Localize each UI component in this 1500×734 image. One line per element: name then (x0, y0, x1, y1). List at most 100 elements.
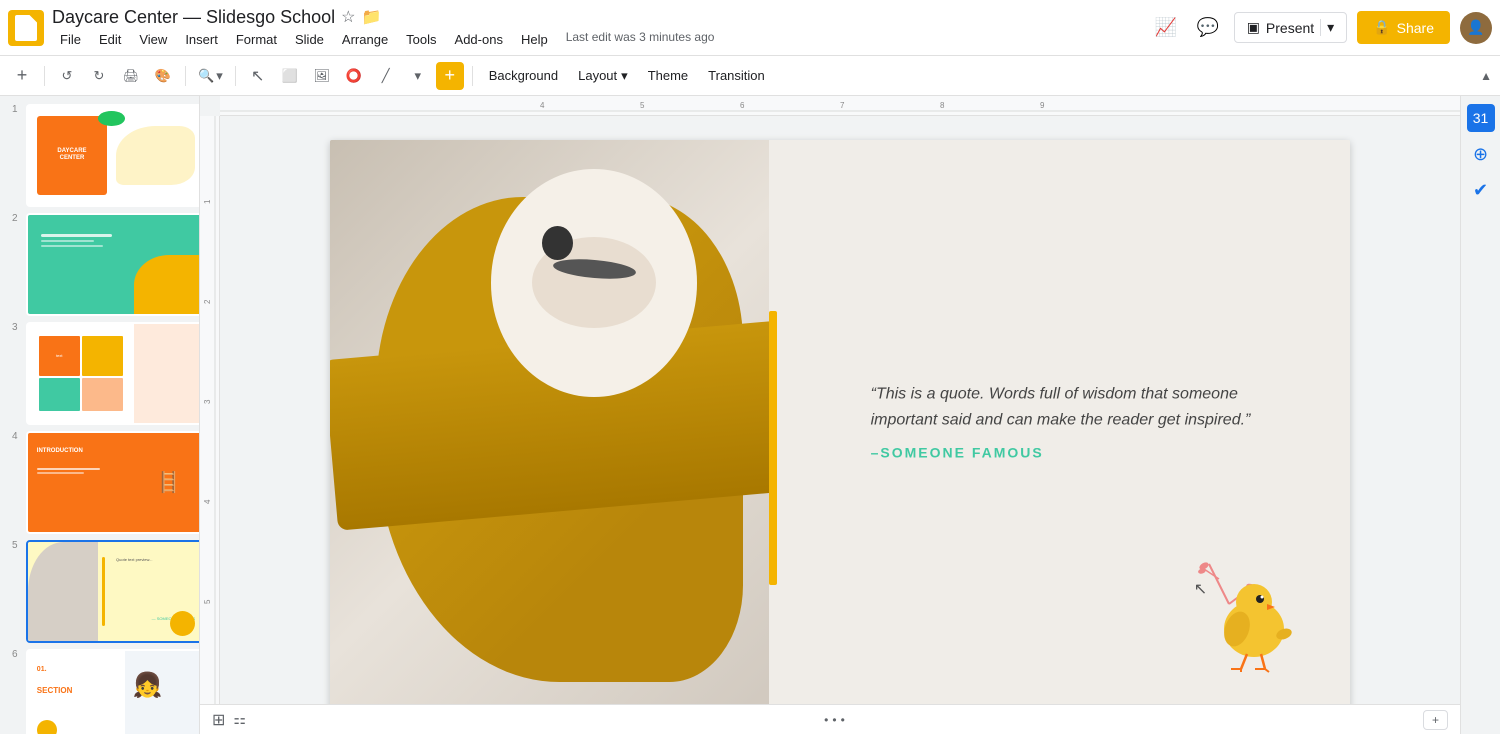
dot3: • (841, 713, 845, 727)
line-dropdown[interactable]: ▾ (404, 62, 432, 90)
main-area: 1 DAYCARECENTER 2 (0, 96, 1500, 734)
present-dropdown-arrow[interactable]: ▾ (1320, 19, 1334, 36)
slide-thumb-4[interactable]: INTRODUCTION 🪜 (26, 431, 200, 534)
photo-area (330, 140, 789, 710)
menu-help[interactable]: Help (513, 30, 556, 49)
slide-number-1: 1 (12, 104, 18, 115)
add-slide-btn[interactable]: + (8, 62, 36, 90)
slide-item-5[interactable]: 5 Quote text preview... — SOMEONE FAMOUS (8, 540, 191, 643)
present-button[interactable]: ▣ Present ▾ (1234, 12, 1348, 43)
menu-insert[interactable]: Insert (177, 30, 226, 49)
star-icon[interactable]: ☆ (341, 7, 355, 27)
undo-btn[interactable]: ↺ (53, 62, 81, 90)
quote-accent-bar (769, 311, 777, 585)
explore-icon[interactable]: ⊕ (1467, 140, 1495, 168)
redo-btn[interactable]: ↻ (85, 62, 113, 90)
svg-text:3: 3 (203, 399, 212, 404)
svg-text:6: 6 (740, 101, 745, 110)
slide-number-4: 4 (12, 431, 18, 442)
tasks-icon[interactable]: ✔ (1467, 176, 1495, 204)
slide-number-2: 2 (12, 213, 18, 224)
user-avatar[interactable]: 👤 (1460, 12, 1492, 44)
bottom-right: + (1423, 710, 1448, 730)
slide-canvas-area: 4 5 6 7 8 9 1 2 3 4 5 (200, 96, 1460, 734)
cursor-pointer: ↖ (1194, 579, 1207, 599)
shape-tool[interactable]: ⬜ (276, 62, 304, 90)
menu-addons[interactable]: Add-ons (447, 30, 511, 49)
slide-canvas[interactable]: “This is a quote. Words full of wisdom t… (330, 140, 1350, 710)
slide-item-3[interactable]: 3 text (8, 322, 191, 425)
quote-text: “This is a quote. Words full of wisdom t… (871, 381, 1299, 432)
quote-author: –SOMEONE FAMOUS (871, 445, 1299, 461)
svg-text:4: 4 (540, 101, 545, 110)
collapse-toolbar-btn[interactable]: ▲ (1480, 67, 1492, 85)
menu-view[interactable]: View (131, 30, 175, 49)
insert-btn[interactable]: + (436, 62, 464, 90)
right-sidebar: 31 ⊕ ✔ (1460, 96, 1500, 734)
autosave-label: Last edit was 3 minutes ago (566, 30, 715, 49)
theme-btn[interactable]: Theme (640, 62, 696, 90)
print-btn[interactable]: 🖨 (117, 62, 145, 90)
layout-dropdown-arrow: ▾ (621, 68, 628, 84)
top-bar-right: 📈 💬 ▣ Present ▾ 🔒 Share 👤 (1150, 11, 1492, 44)
doc-title-row: Daycare Center — Slidesgo School ☆ 📁 (52, 7, 1142, 28)
grid-view-btn[interactable]: ⊞ (212, 710, 225, 730)
slide-number-5: 5 (12, 540, 18, 551)
folder-icon[interactable]: 📁 (361, 7, 381, 27)
app-icon-shape (15, 15, 37, 41)
menu-arrange[interactable]: Arrange (334, 30, 396, 49)
menu-file[interactable]: File (52, 30, 89, 49)
image-tool[interactable]: 🖼 (308, 62, 336, 90)
slide-number-6: 6 (12, 649, 18, 660)
layout-btn[interactable]: Layout ▾ (570, 62, 636, 90)
analytics-icon[interactable]: 📈 (1150, 12, 1182, 44)
add-note-btn[interactable]: + (1423, 710, 1448, 730)
monkey-head (491, 169, 698, 397)
background-btn[interactable]: Background (481, 62, 566, 90)
slide-panel: 1 DAYCARECENTER 2 (0, 96, 200, 734)
monkey-eye-left (542, 226, 573, 260)
share-label: Share (1397, 20, 1434, 36)
ruler-horizontal: 4 5 6 7 8 9 (220, 96, 1460, 116)
menu-edit[interactable]: Edit (91, 30, 129, 49)
menu-tools[interactable]: Tools (398, 30, 444, 49)
sep1 (44, 66, 45, 86)
line-tool[interactable]: ╱ (372, 62, 400, 90)
transition-btn[interactable]: Transition (700, 62, 773, 90)
toolbar: + ↺ ↻ 🖨 🎨 🔍 ▾ ↖ ⬜ 🖼 ⭕ ╱ ▾ + Background L… (0, 56, 1500, 96)
slide-thumb-3[interactable]: text (26, 322, 200, 425)
filmstrip-view-btn[interactable]: ⚏ (233, 711, 246, 728)
transition-label: Transition (708, 68, 765, 83)
top-bar: Daycare Center — Slidesgo School ☆ 📁 Fil… (0, 0, 1500, 56)
calendar-icon[interactable]: 31 (1467, 104, 1495, 132)
comment-icon[interactable]: 💬 (1192, 12, 1224, 44)
svg-text:8: 8 (940, 101, 945, 110)
slide-thumb-6[interactable]: 01. SECTION 👧 (26, 649, 200, 734)
slide-item-4[interactable]: 4 INTRODUCTION 🪜 (8, 431, 191, 534)
doc-title-area: Daycare Center — Slidesgo School ☆ 📁 Fil… (52, 7, 1142, 49)
present-label: Present (1266, 20, 1314, 36)
svg-text:7: 7 (840, 101, 845, 110)
slide-item-2[interactable]: 2 (8, 213, 191, 316)
sep3 (235, 66, 236, 86)
slide-thumb-2[interactable] (26, 213, 200, 316)
slide-item-1[interactable]: 1 DAYCARECENTER (8, 104, 191, 207)
slide-item-6[interactable]: 6 01. SECTION 👧 (8, 649, 191, 734)
slide-thumb-5[interactable]: Quote text preview... — SOMEONE FAMOUS (26, 540, 200, 643)
menu-slide[interactable]: Slide (287, 30, 332, 49)
menu-bar: File Edit View Insert Format Slide Arran… (52, 30, 1142, 49)
sep2 (185, 66, 186, 86)
paint-format-btn[interactable]: 🎨 (149, 62, 177, 90)
menu-format[interactable]: Format (228, 30, 285, 49)
svg-text:9: 9 (1040, 101, 1045, 110)
svg-text:4: 4 (203, 499, 212, 504)
ruler-vertical: 1 2 3 4 5 (200, 116, 220, 734)
cursor-tool[interactable]: ↖ (244, 62, 272, 90)
ellipse-tool[interactable]: ⭕ (340, 62, 368, 90)
share-button[interactable]: 🔒 Share (1357, 11, 1450, 44)
dot1: • (824, 713, 828, 727)
canvas-wrapper: “This is a quote. Words full of wisdom t… (220, 116, 1460, 734)
quote-section: “This is a quote. Words full of wisdom t… (871, 381, 1299, 460)
slide-thumb-1[interactable]: DAYCARECENTER (26, 104, 200, 207)
zoom-control[interactable]: 🔍 ▾ (194, 62, 227, 90)
